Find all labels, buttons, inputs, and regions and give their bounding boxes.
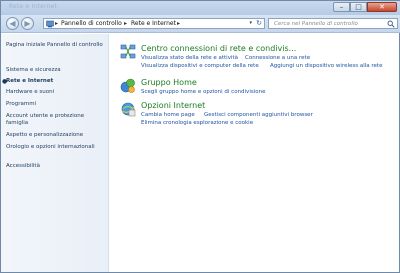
sidebar-item-user-accounts[interactable]: Account utente e protezione famiglia [6, 113, 106, 127]
sidebar-item-system-security[interactable]: Sistema e sicurezza [6, 67, 106, 74]
forward-button[interactable]: ▶ [21, 17, 34, 30]
active-bullet-icon: ● [2, 78, 8, 85]
address-bar[interactable]: ▸ Pannello di controllo ▸ Rete e Interne… [43, 18, 265, 29]
sidebar-item-clock-region[interactable]: Orologio e opzioni internazionali [6, 144, 106, 151]
homegroup-icon[interactable] [120, 78, 136, 94]
task-delete-history[interactable]: Elimina cronologia esplorazione e cookie [141, 120, 253, 126]
address-dropdown-icon[interactable]: ▾ [249, 20, 252, 26]
task-connect-to-network[interactable]: Connessione a una rete [245, 55, 310, 61]
category-title-internet-options[interactable]: Opzioni Internet [141, 101, 205, 110]
minimize-button[interactable]: – [333, 2, 350, 12]
task-view-network-status[interactable]: Visualizza stato della rete e attività [141, 55, 238, 61]
breadcrumb-separator[interactable]: ▸ [124, 20, 127, 27]
breadcrumb-separator[interactable]: ▸ [177, 20, 180, 27]
sidebar: Pagina iniziale Pannello di controllo Si… [1, 34, 109, 272]
sidebar-item-label: Rete e Internet [6, 78, 54, 84]
sidebar-item-control-panel-home[interactable]: Pagina iniziale Pannello di controllo [6, 42, 106, 49]
sidebar-item-accessibility[interactable]: Accessibilità [6, 163, 106, 170]
search-placeholder: Cerca nel Pannello di controllo [274, 21, 358, 27]
navigation-bar: ◀ ▶ ▸ Pannello di controllo ▸ Rete e Int… [1, 15, 400, 33]
breadcrumb-separator: ▸ [55, 20, 59, 27]
category-title-homegroup[interactable]: Gruppo Home [141, 78, 197, 87]
task-view-network-devices[interactable]: Visualizza dispositivi e computer della … [141, 63, 259, 69]
window-title: Rete e Internet [9, 3, 57, 10]
sidebar-item-programs[interactable]: Programmi [6, 101, 106, 108]
control-panel-icon [46, 20, 54, 28]
task-homegroup-sharing[interactable]: Scegli gruppo home e opzioni di condivis… [141, 89, 265, 95]
search-input[interactable]: Cerca nel Pannello di controllo [268, 18, 398, 29]
maximize-button[interactable]: □ [350, 2, 367, 12]
control-panel-window: Rete e Internet – □ ✕ ◀ ▶ ▸ Pannello di … [0, 0, 400, 273]
search-icon[interactable] [387, 20, 395, 28]
back-button[interactable]: ◀ [6, 17, 19, 30]
task-add-wireless-device[interactable]: Aggiungi un dispositivo wireless alla re… [270, 63, 382, 69]
task-change-home-page[interactable]: Cambia home page [141, 112, 195, 118]
refresh-icon[interactable]: ↻ [256, 19, 262, 27]
category-title-network-center[interactable]: Centro connessioni di rete e condivis... [141, 44, 296, 53]
breadcrumb-control-panel[interactable]: Pannello di controllo [61, 20, 122, 27]
sidebar-item-network-internet[interactable]: ● Rete e Internet [2, 78, 106, 85]
close-button[interactable]: ✕ [367, 2, 397, 12]
main-content: Centro connessioni di rete e condivis...… [110, 34, 399, 272]
network-center-icon[interactable] [120, 44, 136, 60]
breadcrumb-network-internet[interactable]: Rete e Internet [131, 20, 176, 27]
sidebar-item-hardware-sound[interactable]: Hardware e suoni [6, 89, 106, 96]
sidebar-item-appearance[interactable]: Aspetto e personalizzazione [6, 132, 106, 139]
task-manage-addons[interactable]: Gestisci componenti aggiuntivi browser [204, 112, 313, 118]
title-bar[interactable]: Rete e Internet – □ ✕ [1, 1, 400, 15]
internet-options-icon[interactable] [120, 101, 136, 117]
window-controls: – □ ✕ [333, 2, 397, 12]
